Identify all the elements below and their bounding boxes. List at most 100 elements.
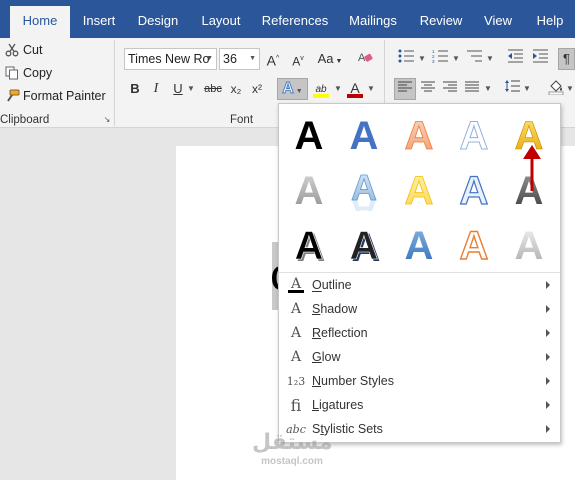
text-effect-style-9[interactable]: A (446, 161, 502, 217)
cut-label: Cut (23, 43, 43, 57)
chevron-right-icon (546, 401, 550, 409)
reflection-icon: A (290, 325, 302, 341)
annotation-arrow-icon (523, 145, 541, 191)
text-effect-style-13[interactable]: A (391, 216, 447, 272)
font-color-swatch (347, 94, 363, 98)
chevron-right-icon (546, 377, 550, 385)
text-effects-button[interactable]: A ▼ (277, 78, 308, 100)
glow-icon: A (290, 349, 302, 365)
scissors-icon (4, 42, 20, 58)
outline-icon-glyph: A (290, 275, 302, 292)
tab-view[interactable]: View (478, 6, 518, 38)
shading-icon[interactable] (546, 79, 566, 99)
tab-mailings[interactable]: Mailings (344, 6, 402, 38)
tab-layout[interactable]: Layout (196, 6, 246, 38)
group-separator (114, 40, 115, 126)
justify-icon[interactable] (462, 79, 482, 99)
change-case-button[interactable]: Aa ▼ (315, 49, 345, 69)
tab-design[interactable]: Design (132, 6, 184, 38)
highlight-color-button[interactable]: ab (311, 78, 331, 98)
text-effect-style-8[interactable]: A (391, 161, 447, 217)
copy-icon (4, 65, 20, 81)
menu-item-glow[interactable]: A Glow (279, 345, 560, 369)
chevron-down-icon[interactable]: ▼ (366, 79, 376, 99)
clipboard-launcher-icon[interactable]: ↘ (102, 114, 112, 126)
text-effect-style-3[interactable]: A (391, 106, 447, 162)
shadow-icon: A (290, 301, 302, 317)
chevron-right-icon (546, 281, 550, 289)
chevron-down-icon[interactable]: ▼ (452, 49, 460, 69)
multilevel-list-icon[interactable] (464, 49, 484, 69)
menu-item-reflection[interactable]: A Reflection (279, 321, 560, 345)
watermark-logo: مستقل mostaql.com (252, 430, 332, 476)
menu-item-outline[interactable]: A Outline (279, 273, 560, 297)
text-effects-menu: A A A A A A AA A A A AA A A A A A Outlin… (278, 103, 561, 443)
font-name-value: Times New Ro (128, 52, 210, 66)
menu-item-number-styles[interactable]: 1₂3 Number Styles (279, 369, 560, 393)
menu-item-shadow[interactable]: A Shadow (279, 297, 560, 321)
bullets-icon[interactable] (396, 49, 416, 69)
chevron-right-icon (546, 353, 550, 361)
text-effect-style-4[interactable]: A (446, 106, 502, 162)
increase-indent-icon[interactable] (530, 49, 550, 69)
grow-font-button[interactable]: A^ (265, 49, 281, 69)
chevron-down-icon[interactable]: ▼ (484, 79, 492, 99)
copy-button[interactable]: Copy (4, 63, 52, 83)
format-painter-button[interactable]: Format Painter (4, 86, 106, 106)
text-effect-style-11[interactable]: AA (281, 216, 337, 272)
text-effect-style-1[interactable]: A (281, 106, 337, 162)
tab-help[interactable]: Help (530, 6, 570, 38)
svg-text:A: A (405, 224, 434, 266)
format-painter-label: Format Painter (23, 89, 106, 103)
menu-item-label: Ligatures (312, 398, 364, 412)
menu-item-ligatures[interactable]: fi Ligatures (279, 393, 560, 417)
show-formatting-marks-icon[interactable]: ¶ (558, 48, 575, 70)
svg-text:A: A (350, 114, 379, 156)
chevron-down-icon[interactable]: ▼ (186, 79, 196, 99)
chevron-down-icon[interactable]: ▼ (333, 79, 343, 99)
text-effect-style-2[interactable]: A (336, 106, 392, 162)
text-effect-style-6[interactable]: A (281, 161, 337, 217)
bold-button[interactable]: B (127, 79, 143, 99)
align-left-icon[interactable] (394, 78, 416, 100)
font-name-combo[interactable]: Times New Ro ▼ (124, 48, 217, 70)
svg-text:A: A (515, 224, 544, 266)
chevron-right-icon (546, 329, 550, 337)
subscript-button[interactable]: x₂ (228, 79, 244, 99)
chevron-down-icon[interactable]: ▼ (486, 49, 494, 69)
line-spacing-icon[interactable] (502, 79, 522, 99)
chevron-down-icon[interactable]: ▼ (418, 49, 426, 69)
highlight-swatch (313, 94, 329, 98)
align-center-icon[interactable] (418, 79, 438, 99)
align-right-icon[interactable] (440, 79, 460, 99)
tab-references[interactable]: References (260, 6, 330, 38)
cut-button[interactable]: Cut (4, 40, 42, 60)
grow-font-glyph: A (266, 52, 277, 69)
underline-button[interactable]: U (171, 79, 185, 99)
tab-home[interactable]: Home (10, 6, 70, 38)
text-effect-style-14[interactable]: A (446, 216, 502, 272)
numbering-icon[interactable]: 123 (430, 49, 450, 69)
text-effect-style-7[interactable]: AA (336, 161, 392, 217)
shrink-font-button[interactable]: Av (290, 49, 306, 69)
font-color-button[interactable]: A (346, 78, 364, 98)
clear-formatting-button[interactable]: A (355, 49, 375, 69)
text-effects-glyph: A (282, 80, 295, 98)
strikethrough-button[interactable]: abc (202, 79, 224, 99)
chevron-down-icon[interactable]: ▼ (566, 79, 574, 99)
text-effect-style-12[interactable]: AA (336, 216, 392, 272)
font-size-combo[interactable]: 36 ▼ (219, 48, 260, 70)
decrease-indent-icon[interactable] (505, 49, 525, 69)
italic-button[interactable]: I (149, 79, 163, 99)
svg-text:A: A (295, 114, 324, 156)
chevron-down-icon[interactable]: ▼ (523, 79, 531, 99)
menu-item-label: Glow (312, 350, 341, 364)
tab-insert[interactable]: Insert (76, 6, 122, 38)
eraser-icon: A (358, 52, 373, 64)
menu-item-label: Number Styles (312, 374, 394, 388)
superscript-button[interactable]: x² (249, 79, 265, 99)
text-effect-style-15[interactable]: A (501, 216, 557, 272)
chevron-right-icon (546, 425, 550, 433)
chevron-down-icon: ▼ (206, 55, 213, 62)
tab-review[interactable]: Review (416, 6, 466, 38)
